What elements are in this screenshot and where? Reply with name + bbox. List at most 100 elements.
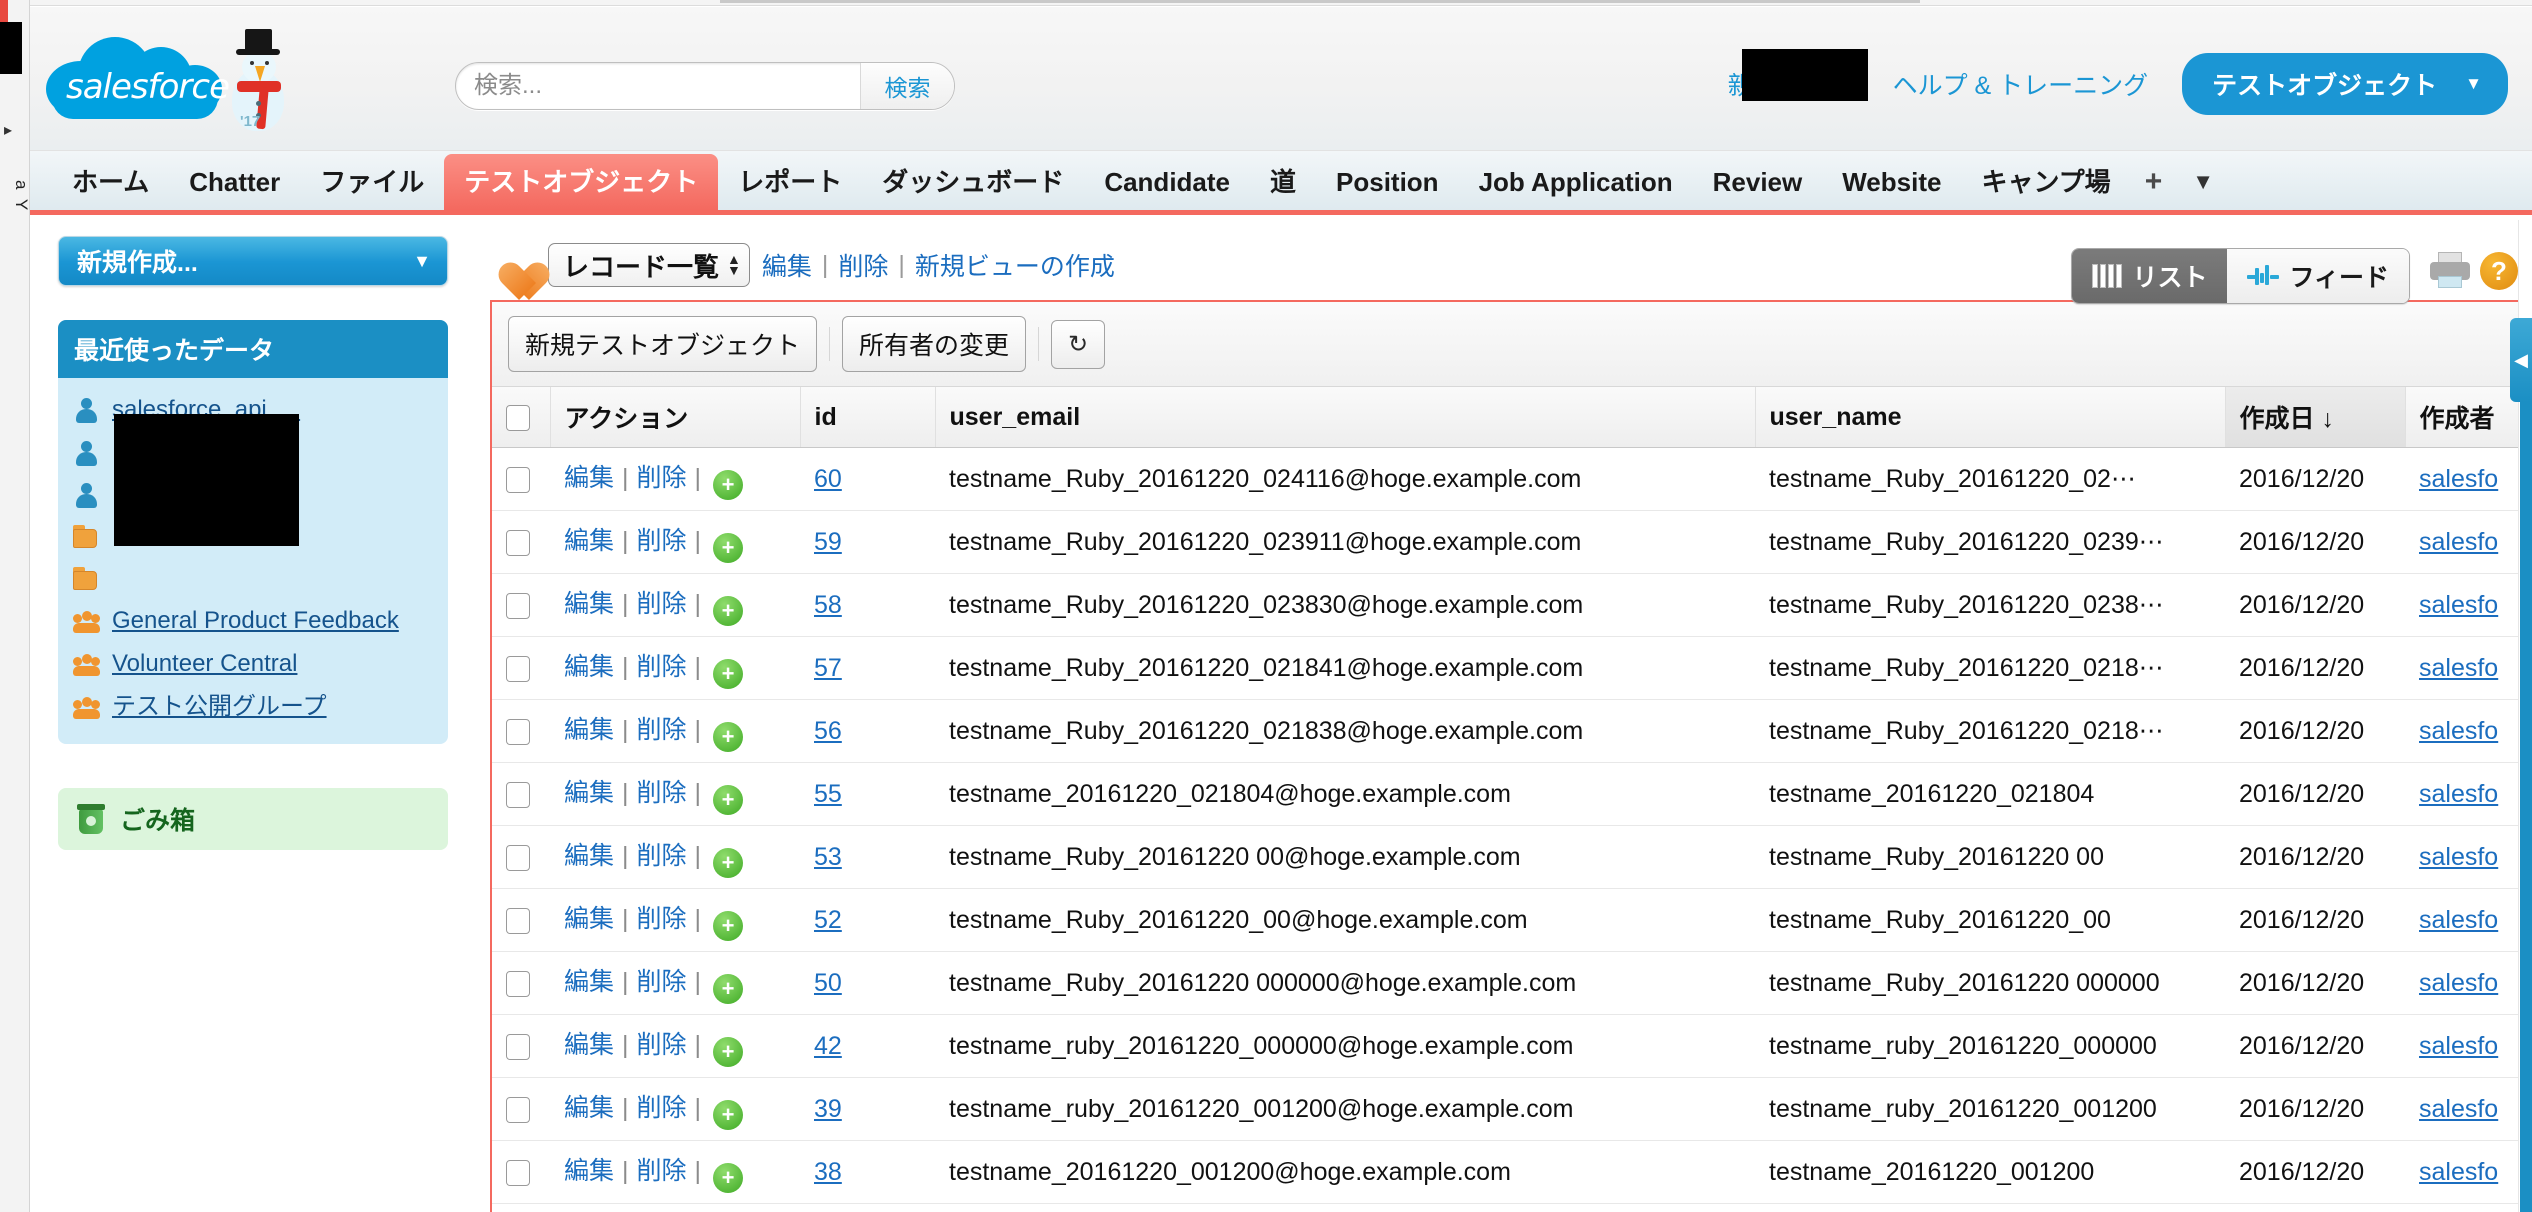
created-by-link[interactable]: salesfo: [2419, 1032, 2498, 1060]
delete-record-link[interactable]: 削除: [637, 1094, 687, 1122]
edit-record-link[interactable]: 編集: [564, 779, 614, 807]
add-icon[interactable]: +: [713, 1100, 744, 1130]
row-checkbox[interactable]: [506, 655, 530, 682]
salesforce-logo[interactable]: salesforce '17: [44, 21, 284, 131]
created-by-link[interactable]: salesfo: [2419, 969, 2498, 997]
add-icon[interactable]: +: [713, 1163, 744, 1193]
column-header-user-email[interactable]: user_email: [935, 387, 1756, 448]
add-tab-icon[interactable]: +: [2131, 154, 2177, 210]
column-header-user-name[interactable]: user_name: [1755, 387, 2226, 448]
tab-7[interactable]: 道: [1250, 154, 1316, 210]
tab-2[interactable]: ファイル: [300, 154, 444, 210]
row-select-cell[interactable]: [492, 825, 550, 889]
search-button[interactable]: 検索: [860, 63, 954, 109]
row-select-cell[interactable]: [492, 510, 550, 574]
add-icon[interactable]: +: [713, 722, 744, 752]
select-all-header[interactable]: [492, 387, 551, 448]
edit-record-link[interactable]: 編集: [564, 842, 614, 870]
edit-record-link[interactable]: 編集: [564, 968, 614, 996]
feed-view-toggle[interactable]: フィード: [2227, 249, 2409, 303]
tab-4[interactable]: レポート: [718, 154, 862, 210]
select-all-checkbox[interactable]: [506, 404, 530, 431]
created-by-link[interactable]: salesfo: [2419, 528, 2498, 556]
created-by-link[interactable]: salesfo: [2419, 1158, 2498, 1186]
delete-record-link[interactable]: 削除: [637, 527, 687, 555]
row-select-cell[interactable]: [492, 1077, 550, 1141]
recent-item[interactable]: [58, 557, 448, 599]
created-by-link[interactable]: salesfo: [2419, 1095, 2498, 1123]
record-id-link[interactable]: 39: [814, 1095, 842, 1123]
record-id-link[interactable]: 56: [814, 717, 842, 745]
help-icon[interactable]: ?: [2480, 252, 2518, 290]
app-menu-button[interactable]: テストオブジェクト ▼: [2182, 53, 2508, 115]
created-by-link[interactable]: salesfo: [2419, 591, 2498, 619]
delete-record-link[interactable]: 削除: [637, 905, 687, 933]
add-icon[interactable]: +: [713, 470, 744, 500]
row-select-cell[interactable]: [492, 1014, 550, 1078]
tab-6[interactable]: Candidate: [1084, 154, 1250, 210]
create-new-view-link[interactable]: 新規ビューの作成: [915, 247, 1115, 283]
row-select-cell[interactable]: [492, 1140, 550, 1204]
edit-record-link[interactable]: 編集: [564, 1031, 614, 1059]
record-id-link[interactable]: 59: [814, 528, 842, 556]
row-checkbox[interactable]: [506, 781, 530, 808]
list-view-select[interactable]: レコード一覧 ▲ ▼: [548, 243, 750, 287]
tab-5[interactable]: ダッシュボード: [862, 154, 1084, 210]
add-icon[interactable]: +: [713, 974, 744, 1004]
recycle-bin-link[interactable]: ごみ箱: [58, 788, 448, 850]
recycle-bin-label[interactable]: ごみ箱: [120, 801, 195, 837]
new-test-object-button[interactable]: 新規テストオブジェクト: [508, 316, 818, 372]
record-id-link[interactable]: 38: [814, 1158, 842, 1186]
tab-3[interactable]: テストオブジェクト: [444, 154, 719, 210]
change-owner-button[interactable]: 所有者の変更: [842, 316, 1027, 372]
record-id-link[interactable]: 53: [814, 843, 842, 871]
edit-record-link[interactable]: 編集: [564, 653, 614, 681]
delete-record-link[interactable]: 削除: [637, 779, 687, 807]
edit-record-link[interactable]: 編集: [564, 590, 614, 618]
record-id-link[interactable]: 55: [814, 780, 842, 808]
tab-11[interactable]: Website: [1822, 154, 1961, 210]
row-select-cell[interactable]: [492, 573, 550, 637]
edit-record-link[interactable]: 編集: [564, 716, 614, 744]
recent-item-label[interactable]: General Product Feedback: [112, 604, 399, 637]
row-checkbox[interactable]: [506, 907, 530, 934]
delete-record-link[interactable]: 削除: [637, 716, 687, 744]
edit-record-link[interactable]: 編集: [564, 1157, 614, 1185]
row-checkbox[interactable]: [506, 466, 530, 493]
delete-view-link[interactable]: 削除: [838, 247, 888, 283]
tab-8[interactable]: Position: [1316, 154, 1459, 210]
row-checkbox[interactable]: [506, 718, 530, 745]
edit-record-link[interactable]: 編集: [564, 1094, 614, 1122]
edit-view-link[interactable]: 編集: [762, 247, 812, 283]
delete-record-link[interactable]: 削除: [637, 968, 687, 996]
tab-9[interactable]: Job Application: [1459, 154, 1693, 210]
sidebar-expand-handle[interactable]: ◀: [2510, 318, 2532, 402]
edit-record-link[interactable]: 編集: [564, 905, 614, 933]
edit-record-link[interactable]: 編集: [564, 527, 614, 555]
record-id-link[interactable]: 52: [814, 906, 842, 934]
column-header-created-date[interactable]: 作成日 ↓: [2225, 387, 2406, 448]
record-id-link[interactable]: 42: [814, 1032, 842, 1060]
tab-10[interactable]: Review: [1693, 154, 1823, 210]
row-select-cell[interactable]: [492, 699, 550, 763]
delete-record-link[interactable]: 削除: [637, 842, 687, 870]
add-icon[interactable]: +: [713, 659, 744, 689]
help-training-link[interactable]: ヘルプ & トレーニング: [1893, 66, 2149, 102]
tab-overflow-chevron-down-icon[interactable]: ▼: [2176, 154, 2230, 210]
tab-0[interactable]: ホーム: [52, 154, 169, 210]
record-id-link[interactable]: 60: [814, 465, 842, 493]
add-icon[interactable]: +: [713, 1037, 744, 1067]
user-menu[interactable]: 親 ▼: [1728, 49, 1868, 102]
row-checkbox[interactable]: [506, 844, 530, 871]
created-by-link[interactable]: salesfo: [2419, 717, 2498, 745]
row-checkbox[interactable]: [506, 1096, 530, 1123]
delete-record-link[interactable]: 削除: [637, 653, 687, 681]
global-search[interactable]: 検索: [455, 62, 955, 110]
recent-item[interactable]: テスト公開グループ: [58, 685, 448, 728]
column-header-action[interactable]: アクション: [550, 387, 801, 448]
created-by-link[interactable]: salesfo: [2419, 465, 2498, 493]
column-header-id[interactable]: id: [800, 387, 936, 448]
print-icon[interactable]: [2430, 252, 2470, 290]
refresh-button[interactable]: ↻: [1051, 319, 1106, 369]
list-view-toggle[interactable]: リスト: [2072, 249, 2228, 303]
